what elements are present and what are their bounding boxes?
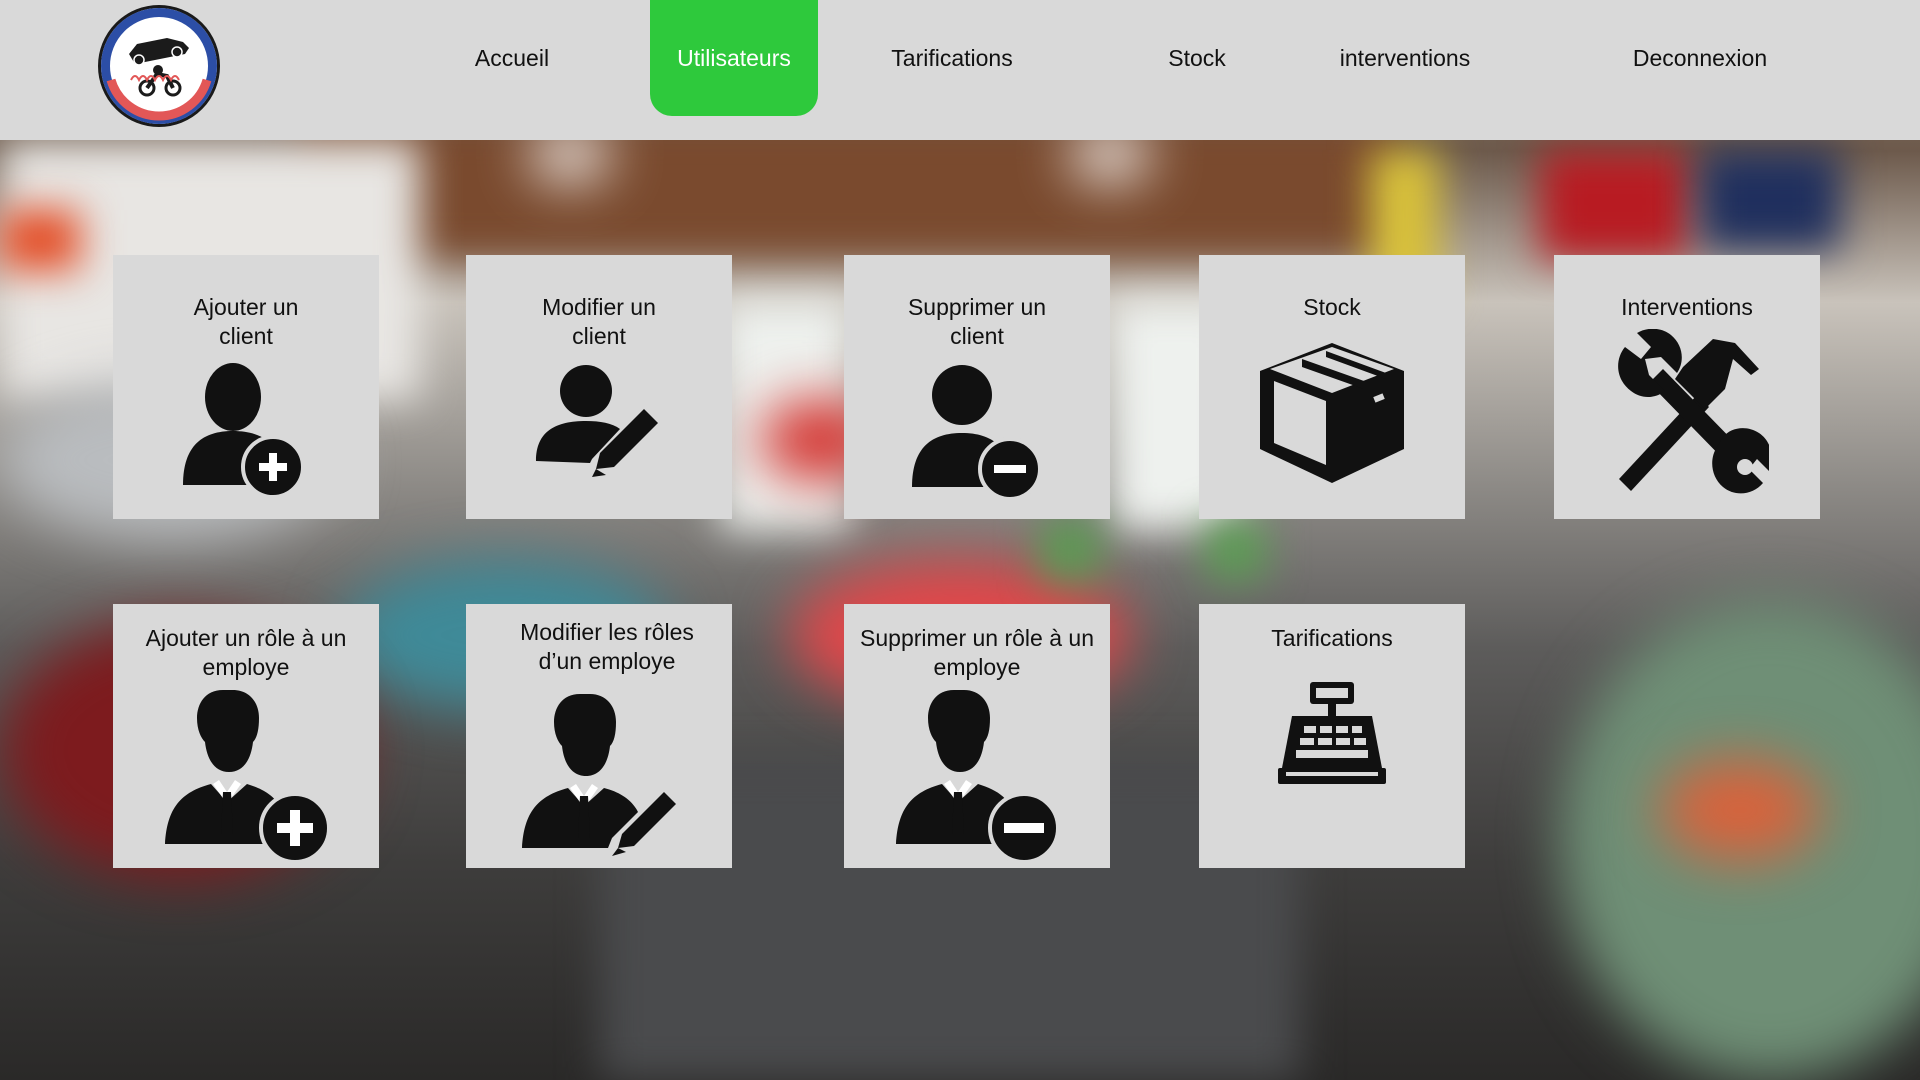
tile-interventions[interactable]: Interventions [1554, 255, 1820, 519]
tile-edit-roles-label: Modifier les rôles d’un employe [520, 619, 694, 674]
tile-edit-roles[interactable]: Modifier les rôles d’un employe [466, 604, 732, 868]
nav-interventions[interactable]: interventions [1318, 0, 1492, 116]
garage-logo[interactable] [98, 5, 220, 127]
tile-delete-role-label: Supprimer un rôle à un employe [860, 625, 1094, 680]
box-icon [1199, 337, 1465, 489]
user-plus-icon [113, 359, 379, 499]
tile-add-role[interactable]: Ajouter un rôle à un employe [113, 604, 379, 868]
tile-stock[interactable]: Stock [1199, 255, 1465, 519]
cash-register-icon [1199, 680, 1465, 786]
tile-edit-client-label: Modifier un client [542, 294, 656, 349]
wrench-hammer-icon [1554, 329, 1820, 497]
tile-add-client[interactable]: Ajouter un client [113, 255, 379, 519]
nav-users[interactable]: Utilisateurs [650, 0, 818, 116]
logo-emblem-icon [101, 8, 217, 124]
nav-stock[interactable]: Stock [1140, 0, 1254, 116]
nav-pricing[interactable]: Tarifications [870, 0, 1034, 116]
garage-background-image [0, 0, 1920, 1080]
employee-pen-icon [466, 688, 732, 858]
tile-pricing-label: Tarifications [1271, 625, 1393, 651]
tile-add-client-label: Ajouter un client [193, 294, 299, 349]
tile-delete-client-label: Supprimer un client [907, 294, 1047, 349]
tile-add-role-label: Ajouter un rôle à un employe [145, 625, 347, 680]
top-navigation-bar: Accueil Utilisateurs Tarifications Stock… [0, 0, 1920, 140]
nav-home[interactable]: Accueil [440, 0, 584, 116]
employee-minus-icon [844, 684, 1110, 864]
user-pen-icon [466, 359, 732, 489]
tile-edit-client[interactable]: Modifier un client [466, 255, 732, 519]
tile-delete-role[interactable]: Supprimer un rôle à un employe [844, 604, 1110, 868]
tile-interventions-label: Interventions [1621, 294, 1753, 320]
employee-plus-icon [113, 684, 379, 864]
tile-delete-client[interactable]: Supprimer un client [844, 255, 1110, 519]
user-minus-icon [844, 359, 1110, 499]
tile-stock-label: Stock [1303, 294, 1361, 320]
tile-pricing[interactable]: Tarifications [1199, 604, 1465, 868]
nav-logout[interactable]: Deconnexion [1610, 0, 1790, 116]
